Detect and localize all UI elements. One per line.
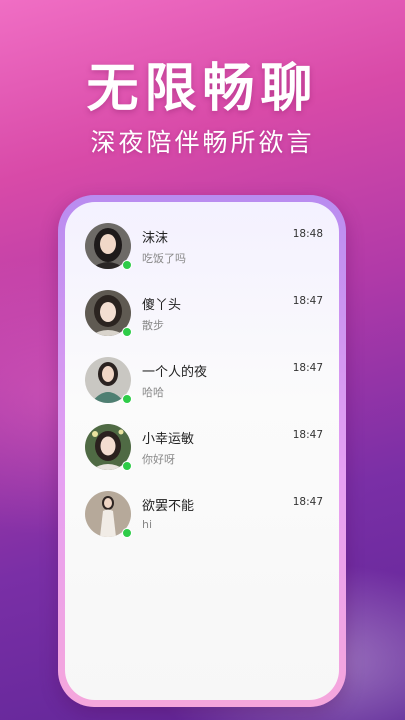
chat-time: 18:47	[292, 362, 323, 374]
chat-item-yubabuneng[interactable]: 欲罢不能 hi 18:47	[85, 491, 323, 547]
chat-last-message: hi	[142, 518, 153, 531]
online-status-dot	[122, 394, 132, 404]
chat-last-message: 你好呀	[142, 453, 175, 466]
chat-name: 小幸运敏	[142, 432, 195, 447]
chat-list: 沫沫 吃饭了吗 18:48 傻丫头 散步 18:47 一个人的夜 哈哈 18:4…	[65, 202, 339, 700]
chat-time: 18:47	[292, 295, 323, 307]
online-status-dot	[122, 461, 132, 471]
online-status-dot	[122, 327, 132, 337]
chat-time: 18:48	[292, 228, 323, 240]
chat-item-yigerendeye[interactable]: 一个人的夜 哈哈 18:47	[85, 357, 323, 413]
hero-subtitle: 深夜陪伴畅所欲言	[90, 128, 315, 157]
chat-name: 沫沫	[142, 231, 169, 246]
chat-last-message: 散步	[142, 319, 164, 332]
chat-name: 欲罢不能	[142, 499, 195, 514]
chat-item-shayatou[interactable]: 傻丫头 散步 18:47	[85, 290, 323, 346]
chat-time: 18:47	[292, 496, 323, 508]
chat-item-momo[interactable]: 沫沫 吃饭了吗 18:48	[85, 223, 323, 279]
chat-item-xiaoxingyunmin[interactable]: 小幸运敏 你好呀 18:47	[85, 424, 323, 480]
online-status-dot	[122, 260, 132, 270]
online-status-dot	[122, 528, 132, 538]
chat-name: 一个人的夜	[142, 365, 208, 380]
chat-last-message: 哈哈	[142, 386, 164, 399]
chat-name: 傻丫头	[142, 298, 182, 313]
chat-time: 18:47	[292, 429, 323, 441]
chat-last-message: 吃饭了吗	[142, 252, 186, 265]
hero-title: 无限畅聊	[86, 58, 319, 119]
phone-mockup: 沫沫 吃饭了吗 18:48 傻丫头 散步 18:47 一个人的夜 哈哈 18:4…	[58, 195, 346, 707]
